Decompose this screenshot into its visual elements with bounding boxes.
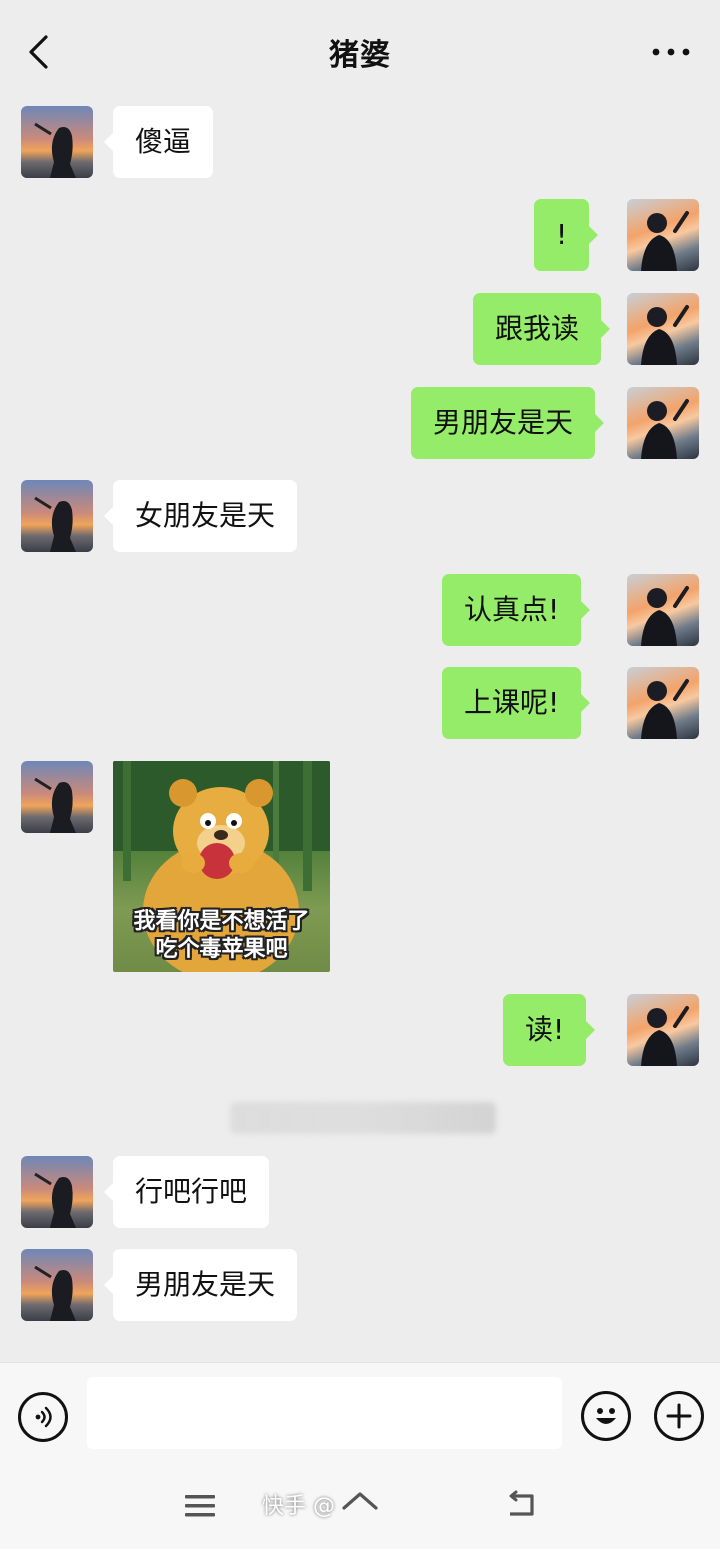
more-functions-button[interactable] [654,1391,704,1441]
received-message[interactable]: 行吧行吧 [103,1156,270,1228]
my-avatar[interactable] [627,994,699,1066]
sticker-message[interactable]: 我看你是不想活了 吃个毒苹果吧 [113,761,330,972]
return-icon [509,1490,534,1516]
return-button[interactable] [500,1486,544,1526]
sent-message[interactable]: 上课呢! [442,667,591,739]
message-list: 傻逼 ! 跟我读 男朋友是天 女朋友是天 认真点! 上课呢! 我看你是不想活了 … [0,0,720,1360]
received-message[interactable]: 傻逼 [103,106,214,178]
menu-button[interactable] [178,1486,222,1526]
message-input[interactable] [87,1377,562,1449]
my-avatar[interactable] [627,574,699,646]
emoji-button[interactable] [581,1391,631,1441]
sent-message[interactable]: 跟我读 [473,293,611,365]
sticker-caption-line: 我看你是不想活了 [133,909,310,934]
sent-message[interactable]: 认真点! [442,574,591,646]
sent-message[interactable]: 读! [503,994,596,1066]
home-button[interactable] [338,1486,382,1526]
watermark: 快手 @ [262,1494,335,1519]
sent-message[interactable]: 男朋友是天 [411,387,605,459]
my-avatar[interactable] [627,293,699,365]
my-avatar[interactable] [627,199,699,271]
received-message[interactable]: 女朋友是天 [103,480,298,552]
blurred-timestamp [230,1102,496,1134]
contact-avatar[interactable] [21,1249,93,1321]
contact-avatar[interactable] [21,106,93,178]
emoji-icon [596,1408,616,1424]
my-avatar[interactable] [627,387,699,459]
system-nav-bar: 快手 @ [0,1466,720,1549]
received-message[interactable]: 男朋友是天 [103,1249,298,1321]
contact-avatar[interactable] [21,480,93,552]
plus-icon [666,1403,692,1429]
voice-button[interactable] [18,1392,68,1442]
sticker-caption-line: 吃个毒苹果吧 [155,937,288,962]
voice-icon [35,1406,52,1428]
input-bar [0,1362,720,1466]
home-icon [342,1492,378,1510]
contact-avatar[interactable] [21,1156,93,1228]
sticker-caption: 我看你是不想活了 吃个毒苹果吧 [113,908,330,964]
sent-message[interactable]: ! [534,199,599,271]
menu-icon [185,1495,215,1517]
contact-avatar[interactable] [21,761,93,833]
my-avatar[interactable] [627,667,699,739]
